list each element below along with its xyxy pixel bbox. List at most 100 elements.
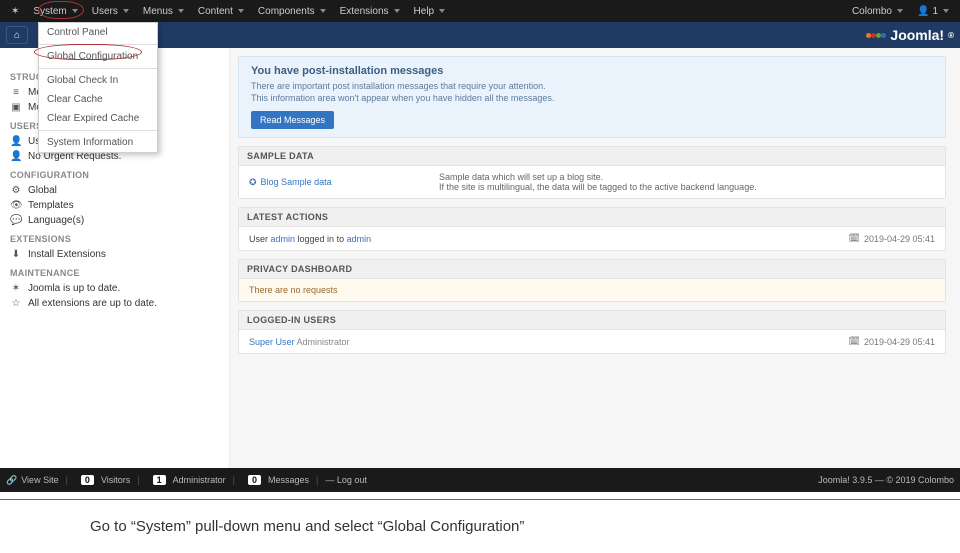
panel-header: SAMPLE DATA (239, 147, 945, 166)
menu-users[interactable]: Users (85, 6, 136, 17)
sidebar-icon: 💬 (10, 215, 22, 226)
sample-desc: Sample data which will set up a blog sit… (439, 172, 935, 182)
sample-desc: If the site is multilingual, the data wi… (439, 182, 935, 192)
action-date: 2019-04-29 05:41 (864, 234, 935, 244)
caret-down-icon (439, 9, 445, 13)
sidebar-icon: 👤 (10, 151, 22, 162)
brand-text: Joomla! (890, 27, 944, 43)
system-dropdown: Control Panel Global Configuration Globa… (38, 22, 158, 153)
caret-down-icon (943, 9, 949, 13)
caret-down-icon (394, 9, 400, 13)
privacy-text: There are no requests (239, 279, 945, 301)
caret-down-icon (178, 9, 184, 13)
menu-content[interactable]: Content (191, 6, 251, 17)
sidebar-item-label: Templates (28, 200, 74, 211)
sidebar-item[interactable]: ☆ All extensions are up to date. (10, 296, 219, 311)
sidebar-item[interactable]: 💬 Language(s) (10, 213, 219, 228)
caret-down-icon (897, 9, 903, 13)
dd-clear-cache[interactable]: Clear Cache (39, 90, 157, 109)
logged-date: 2019-04-29 05:41 (864, 337, 935, 347)
action-user-link[interactable]: admin (271, 234, 296, 244)
dd-separator (39, 44, 157, 45)
sidebar-item-label: Joomla is up to date. (28, 283, 120, 294)
dd-global-checkin[interactable]: Global Check In (39, 71, 157, 90)
sample-data-panel: SAMPLE DATA ✪ Blog Sample data Sample dat… (238, 146, 946, 199)
sidebar-group-title: MAINTENANCE (10, 268, 219, 278)
sidebar-icon: 👁 (10, 200, 22, 211)
caret-down-icon (123, 9, 129, 13)
home-icon: ⌂ (14, 30, 20, 41)
action-target-link[interactable]: admin (347, 234, 372, 244)
menu-help[interactable]: Help (407, 6, 453, 17)
calendar-icon: 🗓 (849, 233, 860, 244)
panel-header: LOGGED-IN USERS (239, 311, 945, 330)
footer-bar: 🔗View Site| 0Visitors| 1Administrator| 0… (0, 468, 960, 492)
msg-count: 0 (248, 475, 261, 485)
panel-header: LATEST ACTIONS (239, 208, 945, 227)
calendar-icon: 🗓 (849, 336, 860, 347)
action-text: logged in to (295, 234, 347, 244)
logged-user-link[interactable]: Super User (249, 337, 295, 347)
menu-components[interactable]: Components (251, 6, 333, 17)
dd-global-config[interactable]: Global Configuration (39, 47, 157, 66)
sidebar-item-label: Install Extensions (28, 249, 106, 260)
joomla-logo-icon (866, 33, 886, 38)
post-install-panel: You have post-installation messages Ther… (238, 56, 946, 138)
sidebar-item-label: All extensions are up to date. (28, 298, 157, 309)
star-icon: ✪ (249, 177, 257, 187)
slide-caption: Go to “System” pull-down menu and select… (0, 500, 960, 553)
dd-control-panel[interactable]: Control Panel (39, 23, 157, 42)
sidebar-item[interactable]: ✶ Joomla is up to date. (10, 281, 219, 296)
dd-clear-expired[interactable]: Clear Expired Cache (39, 109, 157, 128)
sidebar-item-label: Global (28, 185, 57, 196)
visitor-count: 0 (81, 475, 94, 485)
sidebar-icon: ▣ (10, 102, 22, 113)
sidebar-item[interactable]: ⚙ Global (10, 183, 219, 198)
menu-system[interactable]: System (26, 6, 84, 17)
sidebar-item[interactable]: ⬇ Install Extensions (10, 247, 219, 262)
action-text: User (249, 234, 271, 244)
user-count[interactable]: 👤1 (910, 6, 956, 17)
read-messages-button[interactable]: Read Messages (251, 111, 334, 129)
sidebar-icon: ⬇ (10, 249, 22, 260)
dd-separator (39, 68, 157, 69)
sidebar-group-title: EXTENSIONS (10, 234, 219, 244)
logged-users-panel: LOGGED-IN USERS Super User Administrator… (238, 310, 946, 354)
brand: Joomla!® (866, 27, 954, 43)
info-line: There are important post installation me… (251, 81, 933, 91)
link-icon: 🔗 (6, 475, 17, 486)
footer-version: Joomla! 3.9.5 — © 2019 Colombo (818, 475, 954, 485)
admin-label[interactable]: Administrator (173, 475, 226, 485)
messages-label[interactable]: Messages (268, 475, 309, 485)
top-menubar: ✶ System Users Menus Content Components … (0, 0, 960, 22)
info-title: You have post-installation messages (251, 65, 933, 77)
info-line: This information area won't appear when … (251, 93, 933, 103)
sidebar-icon: ☆ (10, 298, 22, 309)
menu-extensions[interactable]: Extensions (333, 6, 407, 17)
sidebar-icon: ≡ (10, 87, 22, 98)
sidebar-item-label: Language(s) (28, 215, 84, 226)
sidebar-icon: 👤 (10, 136, 22, 147)
caret-down-icon (238, 9, 244, 13)
menu-menus[interactable]: Menus (136, 6, 191, 17)
panel-header: PRIVACY DASHBOARD (239, 260, 945, 279)
home-button[interactable]: ⌂ (6, 26, 28, 44)
view-site-link[interactable]: View Site (21, 475, 58, 485)
joomla-icon[interactable]: ✶ (4, 6, 26, 17)
visitors-label[interactable]: Visitors (101, 475, 130, 485)
caret-down-icon (320, 9, 326, 13)
main-area: You have post-installation messages Ther… (230, 48, 960, 468)
caret-down-icon (72, 9, 78, 13)
sidebar-icon: ✶ (10, 283, 22, 294)
dd-separator (39, 130, 157, 131)
latest-actions-panel: LATEST ACTIONS User admin logged in to a… (238, 207, 946, 251)
privacy-panel: PRIVACY DASHBOARD There are no requests (238, 259, 946, 302)
user-menu[interactable]: Colombo (845, 6, 910, 17)
admin-count: 1 (153, 475, 166, 485)
dd-system-info[interactable]: System Information (39, 133, 157, 152)
logged-role: Administrator (295, 337, 350, 347)
blog-sample-link[interactable]: Blog Sample data (261, 177, 332, 187)
logout-link[interactable]: — Log out (325, 475, 367, 485)
sidebar-item[interactable]: 👁 Templates (10, 198, 219, 213)
sidebar-icon: ⚙ (10, 185, 22, 196)
